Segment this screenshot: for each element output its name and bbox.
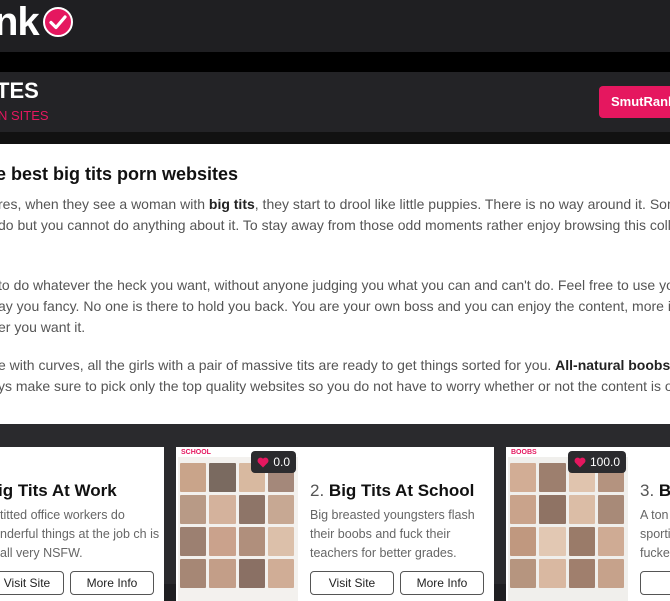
text-run: res, when they see a woman with	[0, 196, 209, 212]
site-card: ig Tits At Work titted office workers do…	[0, 447, 164, 601]
thumbnail-brand: BOOBS	[511, 449, 537, 456]
thumbnail-tile	[267, 495, 294, 524]
rating-value: 0.0	[273, 455, 290, 469]
intro-section: e best big tits porn websites res, when …	[0, 144, 670, 424]
site-logo[interactable]: nk	[0, 2, 74, 42]
divider-band	[0, 132, 670, 144]
category-banner: TES N SITES	[0, 72, 670, 132]
visit-site-button[interactable]: Vi	[640, 571, 670, 595]
intro-paragraph-3-line-1: e with curves, all the girls with a pair…	[0, 355, 670, 376]
intro-paragraph-3-line-2: ys make sure to pick only the top qualit…	[0, 378, 670, 394]
thumbnail-tile	[180, 463, 207, 492]
thumbnail-grid	[180, 463, 294, 588]
thumbnail-tile	[180, 495, 207, 524]
heart-icon	[257, 457, 269, 467]
text-run: e with curves, all the girls with a pair…	[0, 357, 556, 373]
card-title[interactable]: ig Tits At Work	[0, 481, 117, 501]
site-card: 2. Big Tits At School Big breasted young…	[300, 447, 494, 601]
thumbnail-tile	[539, 463, 566, 492]
thumbnail-tile	[568, 495, 595, 524]
card-title-text: Big Tits At School	[328, 481, 475, 500]
card-title[interactable]: 2. Big Tits At School	[310, 481, 474, 501]
text-run: , they start to drool like little puppie…	[254, 196, 670, 212]
intro-paragraph-2-line-1: to do whatever the heck you want, withou…	[0, 277, 670, 293]
more-info-button[interactable]: More Info	[70, 571, 154, 595]
thumbnail-tile	[238, 495, 265, 524]
bold-text: All-natural boobs	[555, 357, 670, 373]
card-description: titted office workers do nderful things …	[0, 508, 160, 560]
thumbnail-tile	[209, 527, 236, 556]
thumbnail-tile	[510, 463, 537, 492]
logo-text: nk	[0, 0, 40, 44]
intro-paragraph-2-line-2: ay you fancy. No one is there to hold yo…	[0, 298, 670, 314]
site-thumbnail[interactable]: BOOBS 100.0	[506, 447, 630, 601]
thumbnail-tile	[238, 527, 265, 556]
more-info-button[interactable]: More Info	[400, 571, 484, 595]
thumbnail-tile	[539, 495, 566, 524]
thumbnail-tile	[267, 527, 294, 556]
heart-icon	[574, 457, 586, 467]
site-thumbnail[interactable]: SCHOOL 0.0	[176, 447, 300, 601]
thumbnail-tile	[597, 527, 624, 556]
nav-strip	[0, 52, 670, 72]
category-subtitle: N SITES	[0, 108, 49, 123]
checkmark-icon	[42, 7, 73, 37]
intro-paragraph-2-line-3: er you want it.	[0, 319, 86, 335]
thumbnail-tile	[209, 463, 236, 492]
top-header: nk	[0, 0, 670, 52]
site-cards-row: ig Tits At Work titted office workers do…	[0, 424, 670, 601]
intro-paragraph-1-line-2: do but you cannot do anything about it. …	[0, 217, 670, 233]
card-description: Big breasted youngsters flash their boob…	[310, 508, 475, 560]
visit-site-button[interactable]: Visit Site	[310, 571, 394, 595]
thumbnail-brand: SCHOOL	[181, 449, 211, 456]
intro-paragraph-1-line-1: res, when they see a woman with big tits…	[0, 194, 670, 215]
thumbnail-tile	[510, 527, 537, 556]
thumbnail-tile	[597, 495, 624, 524]
rating-badge: 100.0	[567, 451, 626, 473]
thumbnail-tile	[539, 527, 566, 556]
card-description: A ton sporti fucke	[640, 508, 670, 560]
category-title: TES	[0, 78, 39, 103]
smutrank-button[interactable]: SmutRank	[599, 86, 670, 118]
site-card: 3. Ba A ton sporti fucke Vi	[630, 447, 670, 601]
thumbnail-grid	[510, 463, 624, 588]
thumbnail-tile	[510, 495, 537, 524]
thumbnail-tile	[568, 527, 595, 556]
bold-text: big tits	[208, 196, 255, 212]
rating-badge: 0.0	[251, 451, 296, 473]
rating-value: 100.0	[589, 455, 620, 469]
visit-site-button[interactable]: Visit Site	[0, 571, 64, 595]
card-rank: 3.	[640, 481, 655, 500]
thumbnail-tile	[180, 527, 207, 556]
card-title[interactable]: 3. Ba	[640, 481, 670, 501]
card-title-text: Ba	[658, 481, 670, 500]
intro-heading: e best big tits porn websites	[0, 164, 239, 184]
thumbnail-tile	[209, 495, 236, 524]
card-rank: 2.	[310, 481, 325, 500]
